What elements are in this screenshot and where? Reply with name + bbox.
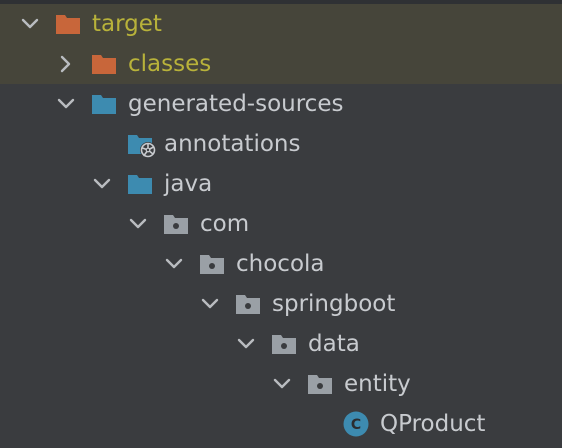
tree-row-data[interactable]: data [0, 324, 562, 364]
svg-text:C: C [351, 417, 361, 433]
folder-excluded-icon [90, 50, 118, 78]
tree-row-java[interactable]: java [0, 164, 562, 204]
tree-row-chocola[interactable]: chocola [0, 244, 562, 284]
tree-label-chocola: chocola [236, 251, 325, 277]
package-icon [270, 330, 298, 358]
chevron-right-icon[interactable] [54, 52, 78, 76]
tree-row-springboot[interactable]: springboot [0, 284, 562, 324]
tree-row-generated-sources[interactable]: generated-sources [0, 84, 562, 124]
chevron-down-icon[interactable] [54, 92, 78, 116]
tree-row-classes[interactable]: classes [0, 44, 562, 84]
chevron-down-icon[interactable] [126, 212, 150, 236]
chevron-down-icon[interactable] [90, 172, 114, 196]
tree-label-generated-sources: generated-sources [128, 91, 344, 117]
tree-label-data: data [308, 331, 360, 357]
tree-label-classes: classes [128, 51, 212, 77]
tree-label-java: java [164, 171, 213, 197]
tree-label-springboot: springboot [272, 291, 396, 317]
tree-row-entity[interactable]: entity [0, 364, 562, 404]
chevron-down-icon[interactable] [198, 292, 222, 316]
package-icon [198, 250, 226, 278]
tree-row-annotations[interactable]: annotations [0, 124, 562, 164]
tree-row-com[interactable]: com [0, 204, 562, 244]
package-icon [306, 370, 334, 398]
tree-row-target[interactable]: target [0, 4, 562, 44]
tree-row-qproduct[interactable]: C QProduct [0, 404, 562, 444]
tree-label-entity: entity [344, 371, 411, 397]
chevron-down-icon[interactable] [162, 252, 186, 276]
tree-label-target: target [92, 11, 162, 37]
tree-label-com: com [200, 211, 250, 237]
tree-label-qproduct: QProduct [380, 411, 486, 437]
class-icon: C [342, 410, 370, 438]
chevron-down-icon[interactable] [18, 12, 42, 36]
chevron-down-icon[interactable] [234, 332, 258, 356]
folder-generated-icon [126, 130, 156, 158]
package-icon [162, 210, 190, 238]
tree-label-annotations: annotations [164, 131, 301, 157]
folder-source-icon [90, 90, 118, 118]
project-tree: target classes generated-sources annotat… [0, 4, 562, 444]
folder-excluded-icon [54, 10, 82, 38]
chevron-down-icon[interactable] [270, 372, 294, 396]
package-icon [234, 290, 262, 318]
folder-source-icon [126, 170, 154, 198]
